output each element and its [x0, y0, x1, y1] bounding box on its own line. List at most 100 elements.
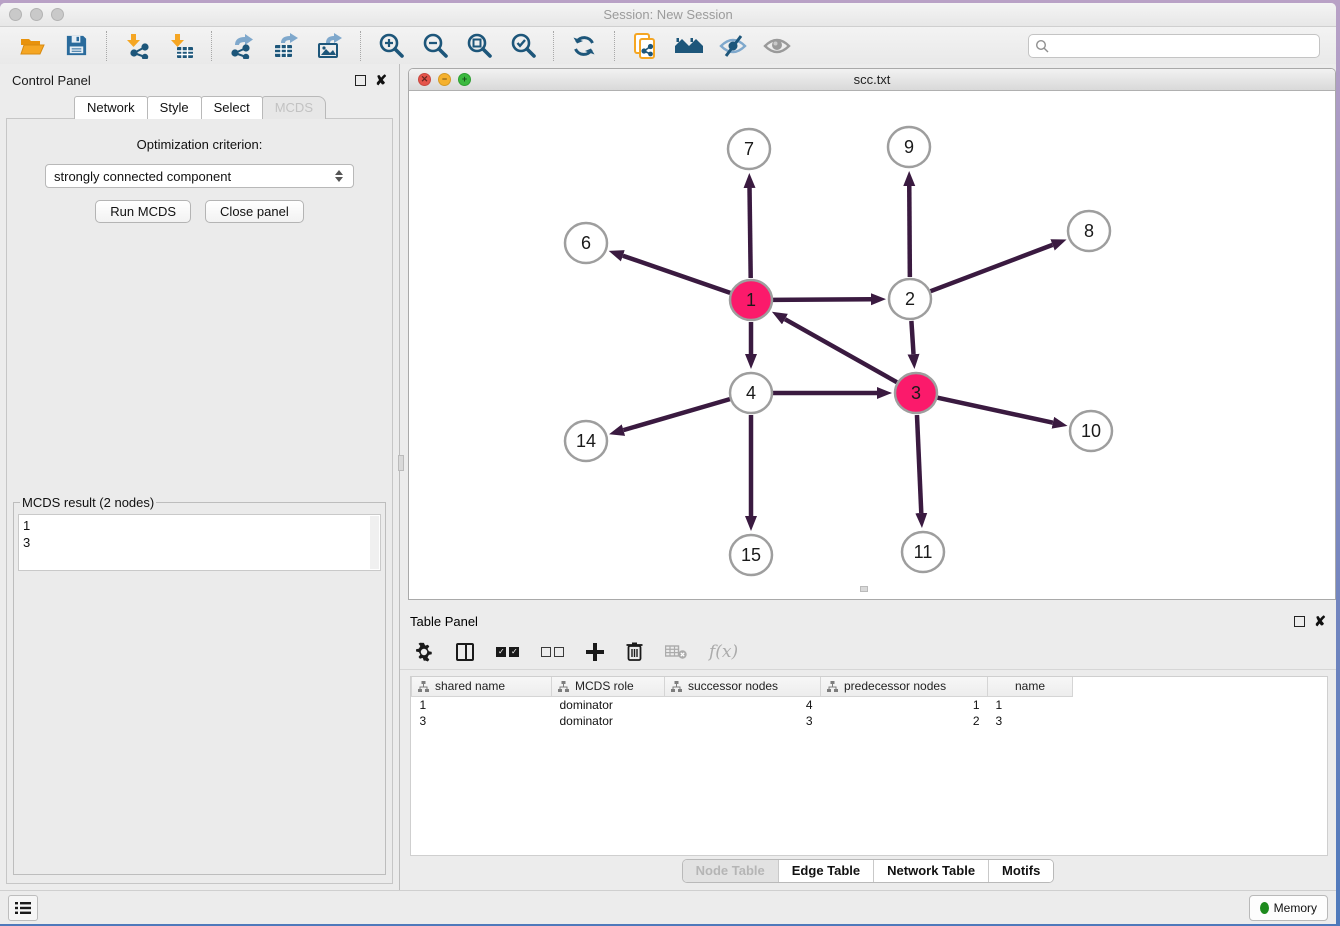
node-9[interactable]: 9	[888, 127, 930, 167]
column-header-successor-nodes[interactable]: successor nodes	[665, 677, 821, 696]
tab-mcds[interactable]: MCDS	[262, 96, 326, 119]
zoom-in-icon[interactable]	[376, 31, 406, 61]
node-label-4: 4	[746, 383, 756, 403]
import-table-icon[interactable]	[166, 31, 196, 61]
first-neighbors-icon[interactable]	[674, 31, 704, 61]
node-14[interactable]: 14	[565, 421, 607, 461]
edge-3-11[interactable]	[917, 415, 921, 513]
float-panel-icon[interactable]	[355, 75, 366, 86]
edge-2-3[interactable]	[911, 321, 913, 354]
search-field[interactable]	[1028, 34, 1320, 58]
run-mcds-button[interactable]: Run MCDS	[95, 200, 191, 223]
select-all-icon[interactable]	[496, 640, 519, 664]
column-header-name[interactable]: name	[988, 677, 1073, 696]
tab-select[interactable]: Select	[201, 96, 263, 119]
tab-node-table[interactable]: Node Table	[683, 860, 779, 882]
close-panel-button[interactable]: Close panel	[205, 200, 304, 223]
close-table-panel-icon[interactable]: ✘	[1314, 616, 1326, 627]
close-panel-icon[interactable]: ✘	[375, 75, 387, 86]
node-4[interactable]: 4	[730, 373, 772, 413]
node-label-8: 8	[1084, 221, 1094, 241]
zoom-selected-icon[interactable]	[508, 31, 538, 61]
edge-3-10[interactable]	[937, 398, 1052, 423]
node-7[interactable]: 7	[728, 129, 770, 169]
table-row[interactable]: 1dominator411	[412, 696, 1089, 713]
node-10[interactable]: 10	[1070, 411, 1112, 451]
node-3[interactable]: 3	[895, 373, 937, 413]
node-label-10: 10	[1081, 421, 1101, 441]
result-scrollbar[interactable]	[370, 516, 379, 569]
search-input[interactable]	[1053, 39, 1313, 53]
export-image-icon[interactable]	[315, 31, 345, 61]
show-column-icon[interactable]	[456, 640, 474, 664]
memory-button[interactable]: Memory	[1249, 895, 1328, 921]
delete-row-icon[interactable]	[626, 640, 643, 664]
edge-1-2[interactable]	[773, 299, 871, 300]
tab-edge-table[interactable]: Edge Table	[779, 860, 874, 882]
node-8[interactable]: 8	[1068, 211, 1110, 251]
list-icon	[15, 901, 31, 915]
cell-shared-name[interactable]: 1	[412, 696, 552, 713]
open-session-icon[interactable]	[17, 31, 47, 61]
edge-1-7[interactable]	[750, 188, 751, 278]
edge-4-14[interactable]	[623, 399, 729, 430]
import-network-icon[interactable]	[122, 31, 152, 61]
table-row[interactable]: 3dominator323	[412, 713, 1089, 729]
deselect-all-icon[interactable]	[541, 640, 564, 664]
cell-name[interactable]: 1	[988, 696, 1073, 713]
refresh-view-icon[interactable]	[569, 31, 599, 61]
tab-motifs[interactable]: Motifs	[989, 860, 1053, 882]
settings-icon[interactable]	[414, 640, 434, 664]
function-builder-icon-disabled: f(x)	[709, 640, 738, 664]
tab-network[interactable]: Network	[74, 96, 148, 119]
node-11[interactable]: 11	[902, 532, 944, 572]
column-header-predecessor-nodes[interactable]: predecessor nodes	[821, 677, 988, 696]
node-label-14: 14	[576, 431, 596, 451]
node-6[interactable]: 6	[565, 223, 607, 263]
optimization-criterion-dropdown[interactable]: strongly connected component	[45, 164, 354, 188]
edge-2-8[interactable]	[931, 245, 1053, 291]
tab-style[interactable]: Style	[147, 96, 202, 119]
control-panel-tabs: NetworkStyleSelectMCDS	[0, 96, 399, 119]
panel-splitter-grip[interactable]	[398, 455, 404, 471]
hide-selected-icon[interactable]	[718, 31, 748, 61]
column-header-MCDS-role[interactable]: MCDS role	[552, 677, 665, 696]
table-tab-bar: Node TableEdge TableNetwork TableMotifs	[400, 856, 1336, 886]
cell-successor-nodes[interactable]: 3	[665, 713, 821, 729]
cell-predecessor-nodes[interactable]: 2	[821, 713, 988, 729]
edge-2-9[interactable]	[909, 186, 910, 277]
network-view-titlebar[interactable]: ✕ − + scc.txt	[409, 69, 1335, 91]
cell-MCDS-role[interactable]: dominator	[552, 696, 665, 713]
edge-3-1[interactable]	[785, 319, 897, 382]
export-network-icon[interactable]	[227, 31, 257, 61]
toolbar-separator	[553, 31, 554, 61]
cell-name[interactable]: 3	[988, 713, 1073, 729]
zoom-fit-icon[interactable]	[464, 31, 494, 61]
view-splitter-grip[interactable]	[860, 586, 868, 592]
cell-successor-nodes[interactable]: 4	[665, 696, 821, 713]
mcds-result-text[interactable]: 1 3	[18, 514, 381, 571]
zoom-out-icon[interactable]	[420, 31, 450, 61]
column-header-shared-name[interactable]: shared name	[412, 677, 552, 696]
toolbar-separator	[360, 31, 361, 61]
network-graph-canvas[interactable]: 7 9 6 8 1 2 4 3 14 10 15 11	[409, 91, 1335, 594]
network-view-title: scc.txt	[409, 72, 1335, 87]
add-row-icon[interactable]	[586, 640, 604, 664]
node-2[interactable]: 2	[889, 279, 931, 319]
network-view-window: ✕ − + scc.txt 7 9 6 8 1 2 4 3 14 10 15 11	[408, 68, 1336, 600]
task-history-button[interactable]	[8, 895, 38, 921]
tab-network-table[interactable]: Network Table	[874, 860, 989, 882]
node-15[interactable]: 15	[730, 535, 772, 575]
clone-network-icon[interactable]	[630, 31, 660, 61]
edge-1-6[interactable]	[623, 256, 730, 293]
float-table-panel-icon[interactable]	[1294, 616, 1305, 627]
node-1[interactable]: 1	[730, 280, 772, 320]
cell-predecessor-nodes[interactable]: 1	[821, 696, 988, 713]
cell-MCDS-role[interactable]: dominator	[552, 713, 665, 729]
show-all-icon[interactable]	[762, 31, 792, 61]
search-icon	[1035, 39, 1049, 53]
cell-shared-name[interactable]: 3	[412, 713, 552, 729]
save-session-icon[interactable]	[61, 31, 91, 61]
table-toolbar: f(x)	[400, 634, 1336, 670]
export-table-icon[interactable]	[271, 31, 301, 61]
